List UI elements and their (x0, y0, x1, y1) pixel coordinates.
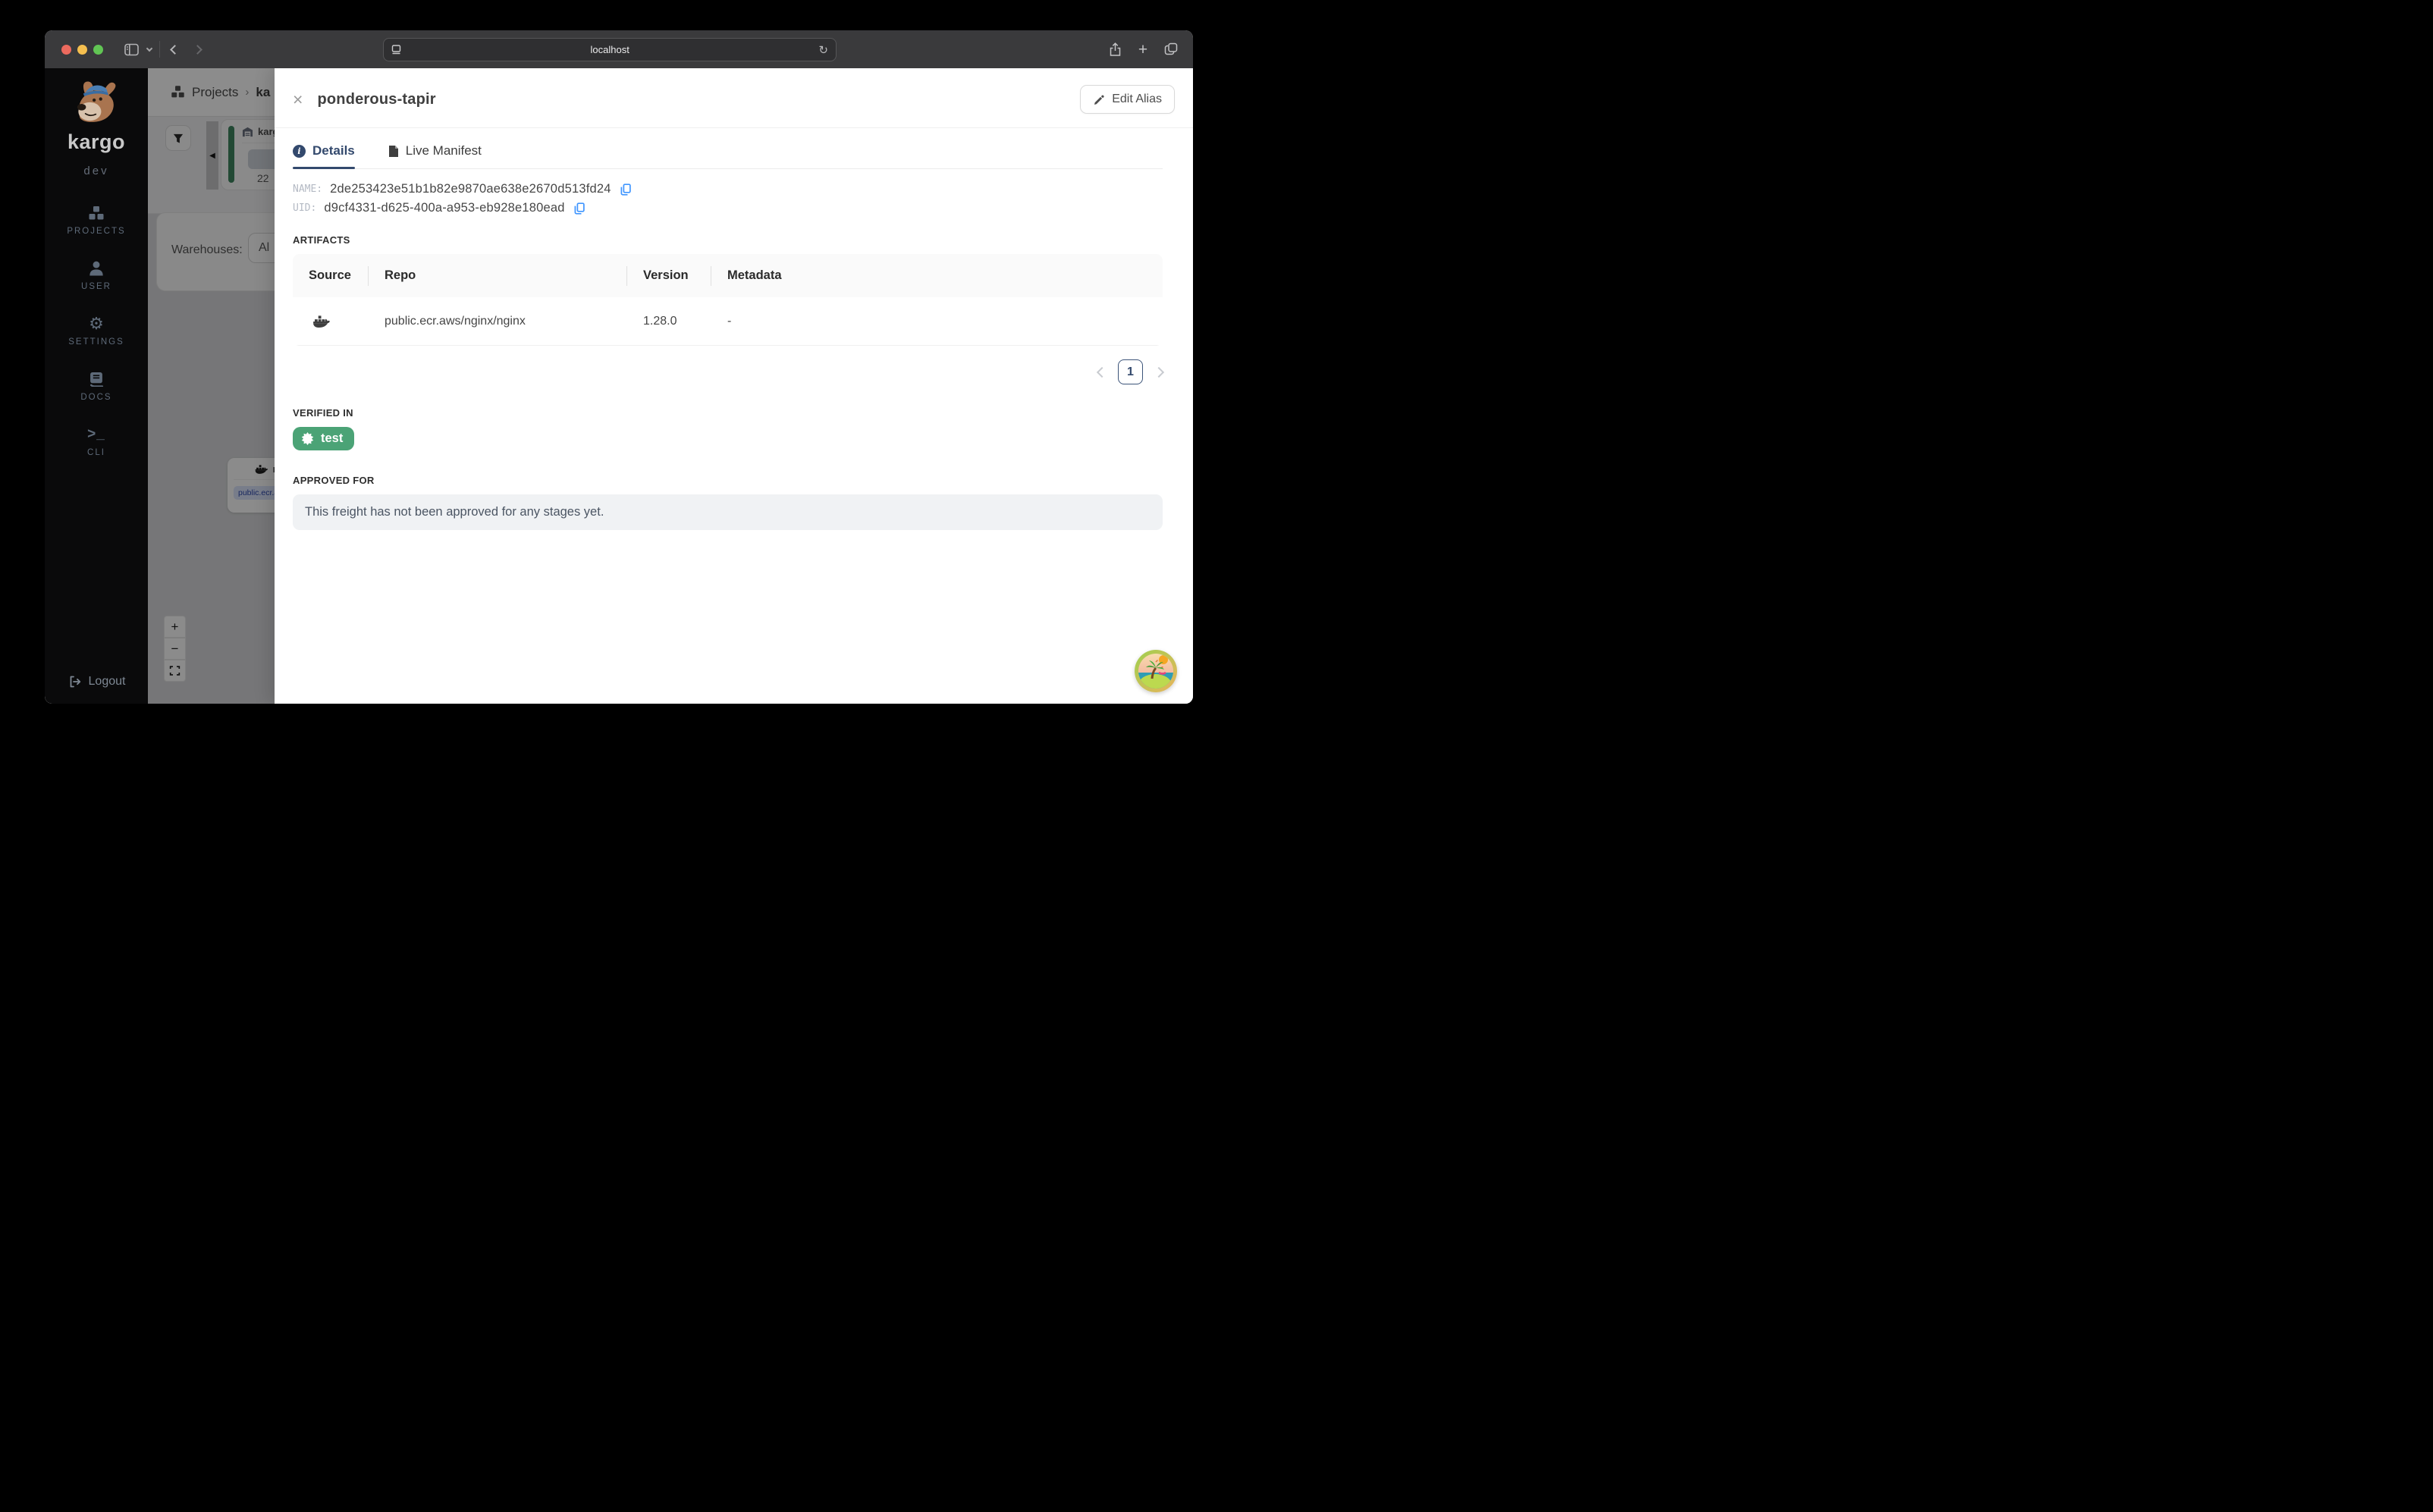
kargo-logo (69, 79, 124, 129)
close-window-button[interactable] (61, 44, 71, 55)
column-metadata: Metadata (727, 268, 782, 282)
tropical-island-button[interactable] (1135, 650, 1177, 692)
freight-uid-value: d9cf4331-d625-400a-a953-eb928e180ead (324, 201, 565, 215)
back-button[interactable] (163, 38, 186, 61)
freight-uid-row: UID: d9cf4331-d625-400a-a953-eb928e180ea… (293, 201, 1163, 215)
edit-alias-button[interactable]: Edit Alias (1080, 85, 1175, 114)
url-text: localhost (590, 44, 629, 55)
close-icon[interactable]: × (293, 90, 303, 108)
pagination-next-icon[interactable] (1153, 366, 1165, 378)
copy-icon[interactable] (619, 183, 632, 196)
uid-label: UID: (293, 202, 317, 214)
page-icon (391, 44, 401, 55)
info-icon: i (293, 144, 306, 158)
browser-window: localhost ↻ + kargo dev PROJECTS USER ⚙ … (45, 30, 1193, 704)
tab-overview-icon[interactable] (1160, 38, 1182, 61)
terminal-icon: >_ (87, 426, 105, 442)
pagination-page-1[interactable]: 1 (1118, 359, 1143, 384)
new-tab-icon[interactable]: + (1132, 38, 1154, 61)
toolbar-divider (159, 41, 160, 58)
approval-status-message: This freight has not been approved for a… (293, 494, 1163, 530)
reload-icon[interactable]: ↻ (818, 43, 828, 57)
traffic-lights (61, 44, 103, 55)
logout-button[interactable]: Logout (67, 675, 126, 689)
name-label: NAME: (293, 184, 323, 195)
docs-book-icon (89, 371, 104, 387)
sidebar-item-projects[interactable]: PROJECTS (67, 205, 125, 236)
approved-for-heading: APPROVED FOR (293, 475, 375, 486)
pagination-prev-icon[interactable] (1096, 366, 1108, 378)
kargo-app: kargo dev PROJECTS USER ⚙ SETTINGS DOCS … (45, 68, 1193, 704)
artifacts-heading: ARTIFACTS (293, 234, 350, 246)
freight-details-drawer: × ponderous-tapir Edit Alias i Details L… (275, 68, 1193, 704)
artifact-repo-cell: public.ecr.aws/nginx/nginx (385, 314, 526, 328)
brand-wordmark: kargo (67, 130, 126, 153)
column-version: Version (627, 254, 711, 297)
sidebar-toggle-icon[interactable] (120, 38, 143, 61)
copy-icon[interactable] (573, 202, 585, 215)
freight-alias-title: ponderous-tapir (317, 90, 436, 108)
docker-icon (312, 315, 330, 328)
tab-live-manifest[interactable]: Live Manifest (388, 143, 482, 168)
environment-label: dev (83, 165, 109, 177)
pencil-icon (1093, 93, 1105, 105)
table-row: public.ecr.aws/nginx/nginx 1.28.0 - (293, 297, 1163, 346)
artifact-version-cell: 1.28.0 (643, 314, 677, 328)
file-icon (388, 145, 399, 158)
toolbar-chevron-down-icon[interactable] (143, 38, 156, 61)
logout-label: Logout (88, 675, 126, 688)
stage-starburst-icon (301, 432, 314, 445)
app-sidebar: kargo dev PROJECTS USER ⚙ SETTINGS DOCS … (45, 68, 148, 704)
address-bar[interactable]: localhost ↻ (383, 38, 837, 61)
browser-toolbar: localhost ↻ + (45, 30, 1193, 68)
drawer-tabs: i Details Live Manifest (293, 143, 1163, 169)
projects-boxes-icon (88, 205, 105, 221)
sidebar-item-user[interactable]: USER (81, 260, 111, 291)
verified-in-heading: VERIFIED IN (293, 407, 353, 419)
freight-name-row: NAME: 2de253423e51b1b82e9870ae638e2670d5… (293, 182, 1163, 196)
forward-button[interactable] (186, 38, 209, 61)
sidebar-item-docs[interactable]: DOCS (80, 371, 111, 402)
artifacts-table-header: Source Repo Version Metadata (293, 254, 1163, 297)
artifact-metadata-cell: - (727, 314, 732, 328)
column-repo: Repo (369, 254, 627, 297)
artifacts-table: Source Repo Version Metadata public.ecr.… (293, 254, 1163, 346)
share-icon[interactable] (1103, 38, 1126, 61)
artifacts-pagination: 1 (293, 359, 1165, 384)
logout-icon (67, 675, 82, 689)
tab-details[interactable]: i Details (293, 143, 355, 169)
gear-icon: ⚙ (89, 314, 104, 333)
minimize-window-button[interactable] (77, 44, 87, 55)
sidebar-item-settings[interactable]: ⚙ SETTINGS (68, 315, 124, 347)
freight-name-value: 2de253423e51b1b82e9870ae638e2670d513fd24 (330, 182, 611, 196)
artifact-source-cell (293, 297, 369, 345)
user-icon (89, 260, 104, 277)
verified-stage-badge[interactable]: test (293, 427, 355, 450)
sidebar-item-cli[interactable]: >_ CLI (87, 426, 105, 458)
zoom-window-button[interactable] (93, 44, 103, 55)
column-source: Source (293, 254, 369, 297)
